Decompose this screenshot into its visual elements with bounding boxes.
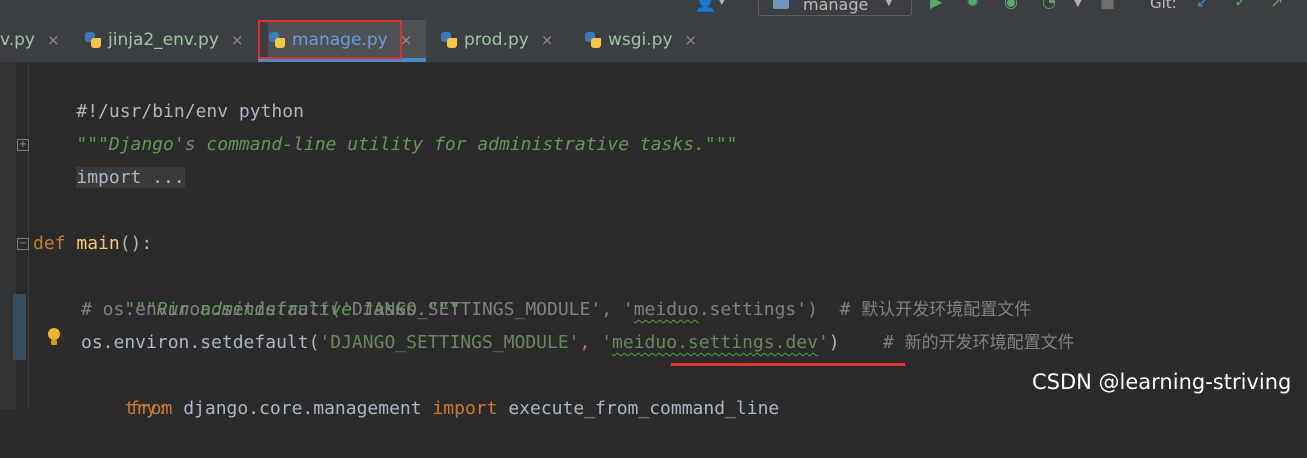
tab-wsgi-py[interactable]: wsgi.py × [584,20,697,60]
git-push-icon[interactable]: ↗ [1270,0,1283,11]
git-commit-icon[interactable]: ✓ [1234,0,1247,11]
code-line-10: try: [81,359,167,419]
stop-icon[interactable]: ■ [1100,0,1115,11]
gutter-divider [28,62,29,409]
main-toolbar: 👤 ▼ manage ▼ ▶ ✹ ◉ ◔ ▼ ■ Git: ↙ ✓ ↗ [0,0,1307,20]
comment: # os.environ.setdefault('DJANGO_SETTINGS… [81,299,634,320]
code-line-8: # os.environ.setdefault('DJANGO_SETTINGS… [81,293,1031,326]
function-params: (): [119,233,153,254]
lightbulb-icon[interactable] [47,328,61,346]
code-line-2: """Django's command-line utility for adm… [33,95,737,155]
comment-typo: meiduo [633,299,699,320]
close-icon[interactable]: × [541,31,554,49]
expand-fold-icon[interactable]: + [17,139,29,151]
tab-label: prod.py [464,30,529,50]
run-icon[interactable]: ▶ [930,0,942,11]
profile-icon[interactable]: ◔ [1042,0,1056,11]
tab-jinja2-env-py[interactable]: jinja2_env.py × [84,20,244,60]
string-literal: 'DJANGO_SETTINGS_MODULE' [319,332,580,353]
call-expression: os.environ.setdefault( [81,332,320,353]
comma: , [579,332,602,353]
tab-prod-py[interactable]: prod.py × [440,20,553,60]
python-icon [773,0,789,9]
comment: .settings') # [698,299,862,320]
comment-chinese: 新的开发环境配置文件 [904,333,1075,353]
tab-label: wsgi.py [608,30,673,50]
git-label: Git: [1150,0,1177,12]
function-name: main [76,233,120,254]
code-line-3: import ... [33,128,185,188]
close-paren: ) [828,332,840,353]
close-icon[interactable]: × [685,31,698,49]
run-configuration-label: manage [803,0,869,14]
folded-imports[interactable]: import ... [76,167,185,188]
tab-v-py[interactable]: v.py × [0,20,60,60]
tab-label: v.py [0,30,35,50]
python-file-icon [440,31,458,49]
annotation-underline [671,363,905,366]
string-quote: ' [601,332,613,353]
debug-icon[interactable]: ✹ [966,0,979,11]
user-icon[interactable]: 👤 [694,0,716,13]
code-line-6: def main(): [33,227,152,260]
run-configuration-select[interactable]: manage ▼ [758,0,912,16]
settings-module-string: meiduo.settings.dev [612,332,818,353]
code-line-9: os.environ.setdefault('DJANGO_SETTINGS_M… [81,326,1075,359]
string-quote: ' [817,332,829,353]
coverage-icon[interactable]: ◉ [1004,0,1018,11]
comment-chinese: 默认开发环境配置文件 [861,300,1032,320]
editor-tab-bar: v.py × jinja2_env.py × manage.py × prod.… [0,20,1307,63]
python-file-icon [84,31,102,49]
python-file-icon [584,31,602,49]
annotation-box [258,20,402,59]
git-update-icon[interactable]: ↙ [1196,0,1209,11]
close-icon[interactable]: × [231,31,244,49]
collapse-fold-icon[interactable]: − [17,238,29,250]
code-line-7: """Run administrative tasks.""" [81,260,460,320]
vcs-change-marker[interactable] [13,294,26,360]
comment: # [839,332,905,353]
close-icon[interactable]: × [47,31,60,49]
code-line-1: #!/usr/bin/env python [33,62,304,122]
tab-label: jinja2_env.py [108,30,219,50]
chevron-down-icon[interactable]: ▼ [1074,0,1082,9]
keyword-def: def [33,233,66,254]
chevron-down-icon: ▼ [885,0,893,8]
watermark: CSDN @learning-striving [1032,370,1292,394]
chevron-down-icon[interactable]: ▼ [718,0,726,7]
